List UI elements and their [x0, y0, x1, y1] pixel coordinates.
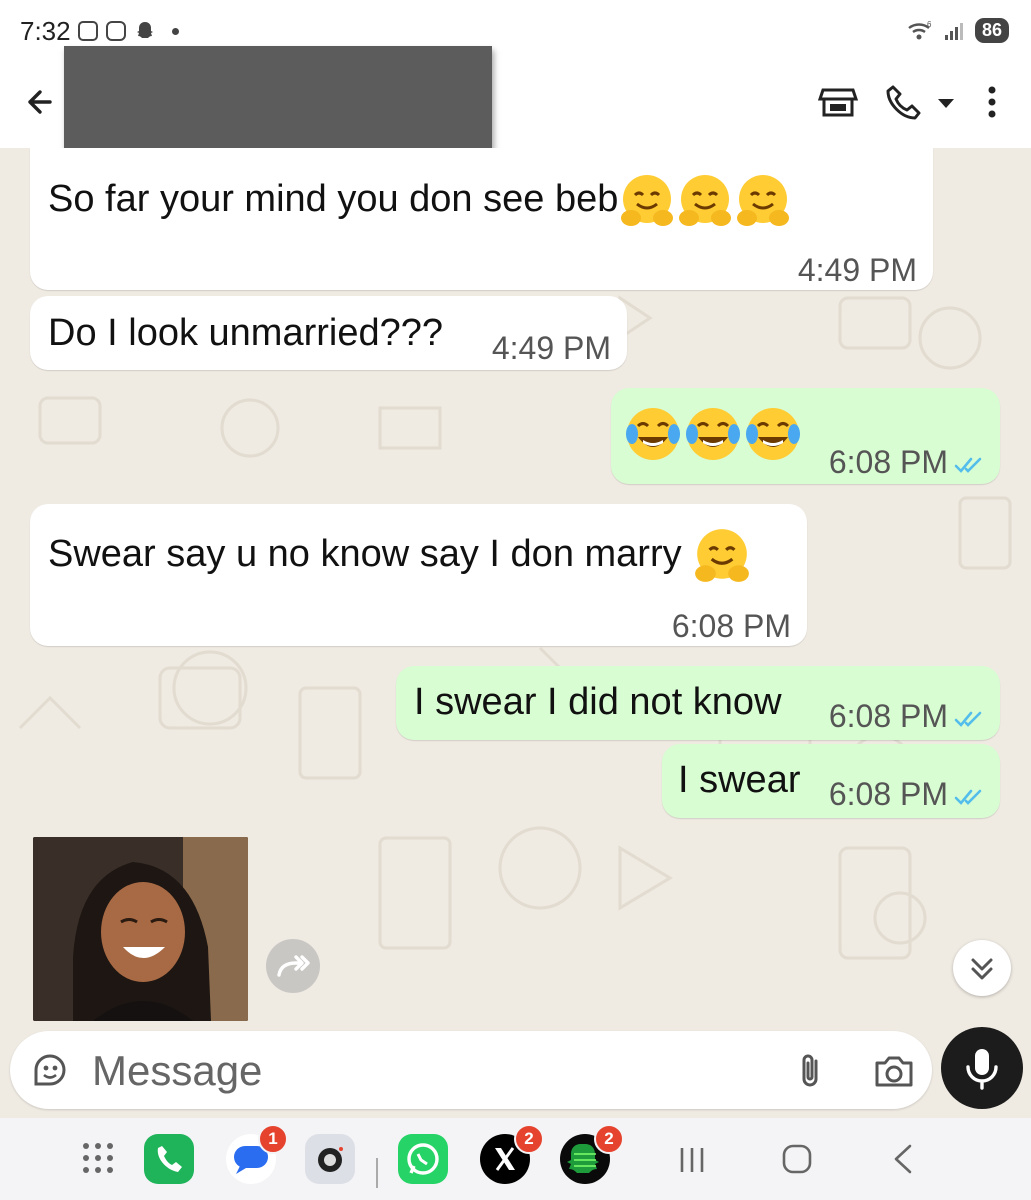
message-time: 6:08 PM: [828, 444, 948, 480]
whatsapp-app-icon[interactable]: [398, 1134, 448, 1184]
message-composer: [10, 1031, 932, 1109]
back-nav-icon[interactable]: [888, 1142, 922, 1176]
double-chevron-down-icon: [971, 958, 993, 980]
message-text: Swear say u no know say I don marry: [48, 533, 682, 576]
signal-icon: [944, 22, 963, 40]
message-time: 6:08 PM: [671, 608, 791, 644]
tears-of-joy-emoji-icon: [686, 408, 740, 460]
sticker-emoji-icon[interactable]: [30, 1050, 70, 1090]
voice-message-button[interactable]: [941, 1027, 1023, 1109]
phone-handset-icon: [157, 1146, 182, 1172]
notification-icons: [78, 20, 179, 42]
voice-call-icon[interactable]: [884, 82, 924, 122]
message-input[interactable]: [90, 1043, 734, 1099]
chat-header: [0, 46, 1031, 156]
redacted-contact-name[interactable]: [64, 46, 492, 156]
hugging-face-emoji-icon: [737, 175, 790, 226]
messages-app-icon[interactable]: 1: [226, 1124, 288, 1184]
screenshot-icon: [78, 21, 98, 41]
status-time: 7:32: [20, 16, 71, 46]
hugging-face-emoji-icon: [695, 529, 750, 582]
message-text: Do I look unmarried???: [48, 312, 443, 354]
laughing-person-image: [33, 837, 248, 1021]
outgoing-message[interactable]: I swear 6:08 PM: [662, 744, 1000, 818]
outgoing-message[interactable]: I swear I did not know 6:08 PM: [396, 666, 1000, 740]
message-time: 6:08 PM: [828, 776, 948, 812]
message-time: 4:49 PM: [491, 330, 611, 366]
phone-app-icon[interactable]: [144, 1134, 194, 1184]
hugging-face-emoji-icon: [679, 175, 732, 226]
message-emoji-row: [623, 404, 803, 464]
system-navigation-bar: 1 2 2: [0, 1118, 1031, 1200]
scroll-to-bottom-button[interactable]: [953, 940, 1011, 996]
incoming-message[interactable]: Swear say u no know say I don marry 6:08…: [30, 504, 807, 646]
message-text-row: Swear say u no know say I don marry: [48, 526, 752, 586]
status-right: 6 86: [907, 18, 1009, 43]
message-text: I swear: [678, 759, 801, 801]
recent-apps-icon[interactable]: [676, 1144, 708, 1176]
more-options-icon[interactable]: [980, 82, 1004, 122]
tears-of-joy-emoji-icon: [626, 408, 680, 460]
whatsapp-logo-icon: [407, 1143, 439, 1175]
forward-button[interactable]: [266, 939, 320, 993]
x-app-icon[interactable]: 2: [480, 1124, 544, 1184]
camera-lens-icon: [318, 1147, 343, 1172]
message-time: 6:08 PM: [828, 698, 948, 734]
hugging-face-emoji-icon: [621, 175, 674, 226]
forward-icon: [277, 955, 310, 977]
snapchat-icon: [137, 22, 153, 38]
outgoing-message[interactable]: 6:08 PM: [611, 388, 1000, 484]
snapchat-badge: 2: [594, 1124, 624, 1154]
more-notifications-dot: [172, 27, 179, 35]
taskbar-divider: [376, 1158, 378, 1188]
read-ticks-icon: [954, 711, 982, 727]
incoming-message[interactable]: So far your mind you don see beb 4:49 PM: [30, 148, 933, 290]
back-arrow-icon[interactable]: [20, 80, 64, 124]
message-time-status: 6:08 PM: [829, 772, 986, 816]
microphone-icon: [966, 1049, 998, 1090]
storefront-icon[interactable]: [818, 82, 858, 122]
snapchat-app-icon[interactable]: 2: [560, 1124, 624, 1184]
messages-badge: 1: [258, 1124, 288, 1154]
home-icon[interactable]: [780, 1142, 814, 1176]
camera-app-icon[interactable]: [305, 1134, 355, 1184]
read-ticks-icon: [954, 789, 982, 805]
x-badge: 2: [514, 1124, 544, 1154]
svg-text:6: 6: [927, 20, 932, 29]
read-ticks-icon: [954, 457, 982, 473]
app-drawer-grid-icon[interactable]: [80, 1140, 116, 1176]
message-time-status: 6:08 PM: [829, 440, 986, 484]
message-time-status: 6:08 PM: [829, 694, 986, 738]
incoming-message[interactable]: Do I look unmarried??? 4:49 PM: [30, 296, 627, 370]
message-text-row: So far your mind you don see beb: [48, 172, 792, 230]
wifi-icon: 6: [908, 20, 932, 39]
message-text: So far your mind you don see beb: [48, 178, 619, 221]
message-text: I swear I did not know: [414, 681, 782, 723]
gif-message-photo[interactable]: [33, 837, 248, 1021]
camera-icon[interactable]: [872, 1051, 916, 1091]
message-time: 4:49 PM: [797, 252, 917, 288]
tears-of-joy-emoji-icon: [746, 408, 800, 460]
attach-paperclip-icon[interactable]: [790, 1051, 830, 1091]
chat-area[interactable]: So far your mind you don see beb 4:49 PM…: [0, 148, 1031, 1028]
instagram-icon: [106, 21, 126, 41]
battery-indicator: 86: [974, 18, 1009, 43]
call-options-chevron-icon[interactable]: [935, 82, 957, 122]
